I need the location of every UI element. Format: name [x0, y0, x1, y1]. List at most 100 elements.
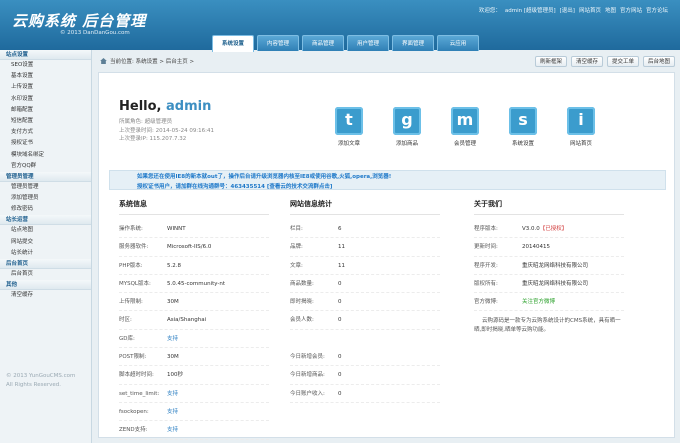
sidebar-item-license[interactable]: 授权证书	[0, 138, 91, 149]
sidebar-item-dashboard[interactable]: 后台首页	[0, 269, 91, 280]
sidebar-item-basic[interactable]: 基本设置	[0, 71, 91, 82]
copyright-line: All Rights Reserved.	[6, 382, 62, 388]
copyright: © 2013 YunGouCMS.com All Rights Reserved…	[6, 372, 75, 390]
greeting: Hello, admin	[119, 99, 211, 114]
sidebar-item-clear-cache[interactable]: 清空缓存	[0, 290, 91, 301]
clear-cache-button[interactable]: 清空缓存	[570, 56, 603, 67]
sidebar-group-dashboard[interactable]: 后台首页	[0, 259, 91, 269]
admin-map-button[interactable]: 后台地图	[642, 56, 675, 67]
quick-member-manage[interactable]: m 会员管理	[447, 107, 483, 147]
tab-cloud-apps[interactable]: 云应用	[437, 35, 479, 51]
main-panel: Hello, admin 所属角色: 超级管理员 上次登录时间: 2014-05…	[98, 72, 675, 440]
table-row: POST限制: 30M	[119, 348, 269, 367]
sidebar-group-admins[interactable]: 管理员管理	[0, 171, 91, 182]
breadcrumb: 当前位置: 系统设置 > 后台主页 >	[110, 59, 195, 65]
sidebar-item-seo[interactable]: SEO设置	[0, 60, 91, 71]
last-login-ip: 上次登录IP: 115.207.7.32	[119, 136, 187, 142]
quick-add-product[interactable]: g 添加商品	[389, 107, 425, 147]
settings-icon: s	[509, 107, 537, 135]
table-row: set_time_limit: 支持	[119, 385, 269, 403]
header-bar: 云购系统 后台管理 © 2013 DanDanGou.com 欢迎您： admi…	[0, 0, 680, 52]
breadcrumb-bar: 当前位置: 系统设置 > 后台主页 > 刷新框架 清空缓存 提交工单 后台地图	[98, 56, 675, 68]
quick-add-article[interactable]: t 添加文章	[331, 107, 367, 147]
logo-subtitle: © 2013 DanDanGou.com	[60, 30, 130, 36]
about-panel: 关于我们 程序版本: V3.0.0【已授权】 更新时间: 20140415 程序开发…	[474, 199, 624, 431]
version-value: V3.0.0	[522, 226, 540, 232]
sitemap-link[interactable]: 地图	[605, 6, 616, 14]
system-info-panel: 系统信息 操作系统: WINNT 服务器软件: Microsoft-IIS/6.0 …	[119, 199, 269, 440]
about-description: 云购源码是一款专为云购系统设计的CMS系统，具有晒一晒,即时揭晓,晒单等云购功能…	[474, 318, 621, 334]
license-notice[interactable]: 授权证书用户，请加群在线沟通群号：463435514 [查看云的技术交流群点击]	[137, 182, 332, 190]
sidebar-item-admin-manage[interactable]: 管理员管理	[0, 182, 91, 193]
sidebar-group-other[interactable]: 其他	[0, 280, 91, 291]
quick-system-settings[interactable]: s 系统设置	[505, 107, 541, 147]
sidebar-group-operations[interactable]: 站长运营	[0, 215, 91, 226]
tab-interface[interactable]: 界面管理	[392, 35, 434, 51]
current-user: admin [超级管理员]	[504, 8, 556, 14]
table-row: 文章: 11	[290, 257, 440, 275]
table-row: 程序开发: 重庆昭龙网络科技有限公司	[474, 257, 624, 275]
table-row: MYSQL版本: 5.0.45-community-nt	[119, 275, 269, 294]
table-row: 今日新增会员: 0	[290, 348, 440, 367]
official-site-link[interactable]: 官方网站	[620, 6, 642, 14]
sidebar-item-payment[interactable]: 支付方式	[0, 127, 91, 138]
quick-site-home[interactable]: i 网站首页	[563, 107, 599, 147]
panel-title: 关于我们	[474, 199, 624, 215]
table-row: 官方微博: 关注官方微博	[474, 293, 624, 312]
sidebar-group-site-settings[interactable]: 站点设置	[0, 50, 91, 60]
table-row: 即时揭晓: 0	[290, 293, 440, 312]
site-home-link[interactable]: 网站首页	[579, 6, 601, 14]
sidebar-item-add-admin[interactable]: 添加管理员	[0, 193, 91, 204]
system-info-rows: 操作系统: WINNT 服务器软件: Microsoft-IIS/6.0 PHP版本…	[119, 220, 269, 440]
site-stats-panel: 网站信息统计 栏目: 6 品牌: 11 文章: 11 商品数量: 0 即时揭晓: 0 会员…	[290, 199, 440, 431]
site-stats-rows: 栏目: 6 品牌: 11 文章: 11 商品数量: 0 即时揭晓: 0 会员人数: 0 今日…	[290, 220, 440, 403]
quick-link-label: 网站首页	[569, 141, 592, 147]
browser-notice: 如果您还在使用IE8的新本就out了，操作后台请升级浏览器内核至IE8或使用谷歌…	[137, 174, 392, 180]
tab-users[interactable]: 用户管理	[347, 35, 389, 51]
sidebar-item-domain-binding[interactable]: 模块域名绑定	[0, 150, 91, 161]
table-row: 程序版本: V3.0.0【已授权】	[474, 220, 624, 239]
refresh-frame-button[interactable]: 刷新框架	[534, 56, 567, 67]
quick-links: t 添加文章 g 添加商品 m 会员管理 s 系统设置 i 网站首页	[331, 107, 599, 147]
sidebar-item-sitemap[interactable]: 站点地图	[0, 225, 91, 236]
member-icon: m	[451, 107, 479, 135]
sidebar-item-email[interactable]: 邮箱配置	[0, 105, 91, 116]
main-nav: 系统设置 内容管理 商品管理 用户管理 界面管理 云应用	[212, 35, 479, 52]
table-row: 服务器软件: Microsoft-IIS/6.0	[119, 238, 269, 257]
user-info: 所属角色: 超级管理员 上次登录时间: 2014-05-24 09:16:41 …	[119, 118, 214, 144]
license-badge: 【已授权】	[539, 226, 568, 232]
submit-ticket-button[interactable]: 提交工单	[606, 56, 639, 67]
logout-link[interactable]: [退出]	[560, 6, 575, 14]
table-row: 操作系统: WINNT	[119, 220, 269, 239]
welcome-text: 欢迎您：	[478, 8, 501, 14]
logo-title[interactable]: 云购系统 后台管理	[12, 10, 146, 31]
sidebar-item-change-password[interactable]: 修改密码	[0, 204, 91, 215]
table-row: 栏目: 6	[290, 220, 440, 239]
table-row: GD库: 支持	[119, 330, 269, 349]
tab-products[interactable]: 商品管理	[302, 35, 344, 51]
sidebar-item-watermark[interactable]: 水印设置	[0, 94, 91, 105]
home-page-icon: i	[567, 107, 595, 135]
table-row: 版权所有: 重庆昭龙网络科技有限公司	[474, 275, 624, 294]
table-row: 更新时间: 20140415	[474, 238, 624, 257]
weibo-link[interactable]: 关注官方微博	[522, 293, 555, 310]
official-forum-link[interactable]: 官方论坛	[646, 6, 668, 14]
table-row: 今日新增商品: 0	[290, 366, 440, 385]
sidebar-item-upload[interactable]: 上传设置	[0, 82, 91, 93]
table-row: PHP版本: 5.2.8	[119, 257, 269, 275]
greeting-text: Hello,	[119, 99, 162, 114]
sidebar-item-site-submit[interactable]: 网站提交	[0, 237, 91, 248]
home-icon	[100, 58, 107, 64]
table-row: fsockopen: 支持	[119, 403, 269, 422]
tab-content[interactable]: 内容管理	[257, 35, 299, 51]
sidebar-item-statistics[interactable]: 站长统计	[0, 248, 91, 259]
tab-system-settings[interactable]: 系统设置	[212, 35, 254, 52]
table-row: 今日账户收入: 0	[290, 385, 440, 403]
about-rows: 程序版本: V3.0.0【已授权】 更新时间: 20140415 程序开发: 重庆昭龙…	[474, 220, 624, 312]
sidebar: 站点设置 SEO设置 基本设置 上传设置 水印设置 邮箱配置 短信配置 支付方式…	[0, 50, 92, 443]
sidebar-item-sms[interactable]: 短信配置	[0, 116, 91, 127]
greeting-username: admin	[166, 99, 212, 114]
quick-link-label: 系统设置	[511, 141, 534, 147]
table-row: 时区: Asia/Shanghai	[119, 311, 269, 330]
sidebar-item-qq-group[interactable]: 官方QQ群	[0, 161, 91, 172]
